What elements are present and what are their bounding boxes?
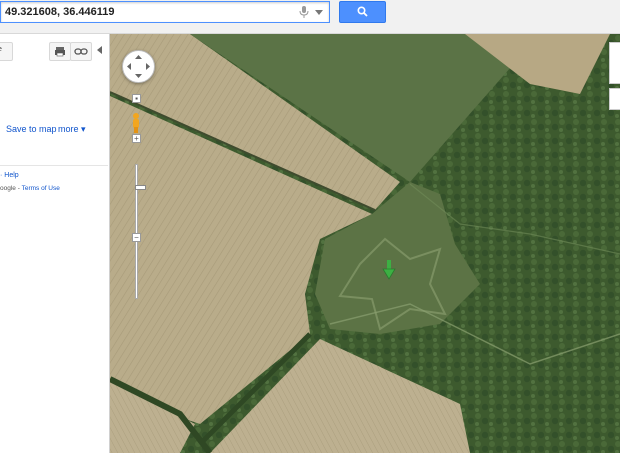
panel-action-button[interactable]: e bbox=[0, 42, 13, 61]
help-row: · Help bbox=[0, 172, 19, 179]
footer-copyright: oogle - bbox=[0, 185, 22, 192]
search-options-dropdown-icon[interactable] bbox=[315, 10, 323, 15]
link-button[interactable] bbox=[70, 42, 92, 61]
map-layer-tab[interactable] bbox=[609, 88, 620, 110]
left-panel: e Save to map more ▾ · Help oogle - Term… bbox=[0, 34, 110, 453]
help-link[interactable]: · Help bbox=[0, 172, 19, 179]
zoom-in-button[interactable]: + bbox=[132, 134, 141, 143]
link-icon bbox=[74, 48, 88, 55]
mic-icon[interactable] bbox=[299, 6, 309, 18]
print-icon bbox=[55, 47, 65, 57]
collapse-panel-icon[interactable] bbox=[97, 46, 102, 54]
terms-of-use-link[interactable]: Terms of Use bbox=[22, 185, 60, 192]
footer-row: oogle - Terms of Use bbox=[0, 185, 60, 192]
zoom-reset-icon[interactable]: ▪ bbox=[132, 94, 141, 103]
zoom-out-button[interactable]: − bbox=[132, 233, 141, 242]
map-type-tab[interactable] bbox=[609, 42, 620, 84]
zoom-slider-track[interactable] bbox=[135, 164, 146, 299]
more-link[interactable]: more ▾ bbox=[58, 124, 86, 135]
save-to-map-link[interactable]: Save to map bbox=[6, 124, 57, 134]
satellite-imagery bbox=[110, 34, 620, 453]
search-icon bbox=[357, 6, 368, 17]
pan-control[interactable] bbox=[122, 50, 155, 83]
location-marker-icon[interactable] bbox=[382, 260, 396, 280]
satellite-map[interactable]: ▪ + − bbox=[110, 34, 620, 453]
print-button[interactable] bbox=[49, 42, 71, 61]
pan-arrows-icon bbox=[127, 55, 150, 78]
search-input[interactable] bbox=[1, 2, 299, 22]
panel-action-label: e bbox=[0, 46, 2, 53]
zoom-control: ▪ + − bbox=[130, 94, 146, 299]
search-box[interactable] bbox=[0, 1, 330, 23]
search-button[interactable] bbox=[339, 1, 386, 23]
zoom-slider-thumb[interactable] bbox=[135, 184, 146, 190]
top-search-bar bbox=[0, 0, 620, 34]
panel-divider bbox=[0, 165, 108, 166]
pegman-icon[interactable] bbox=[130, 112, 140, 134]
